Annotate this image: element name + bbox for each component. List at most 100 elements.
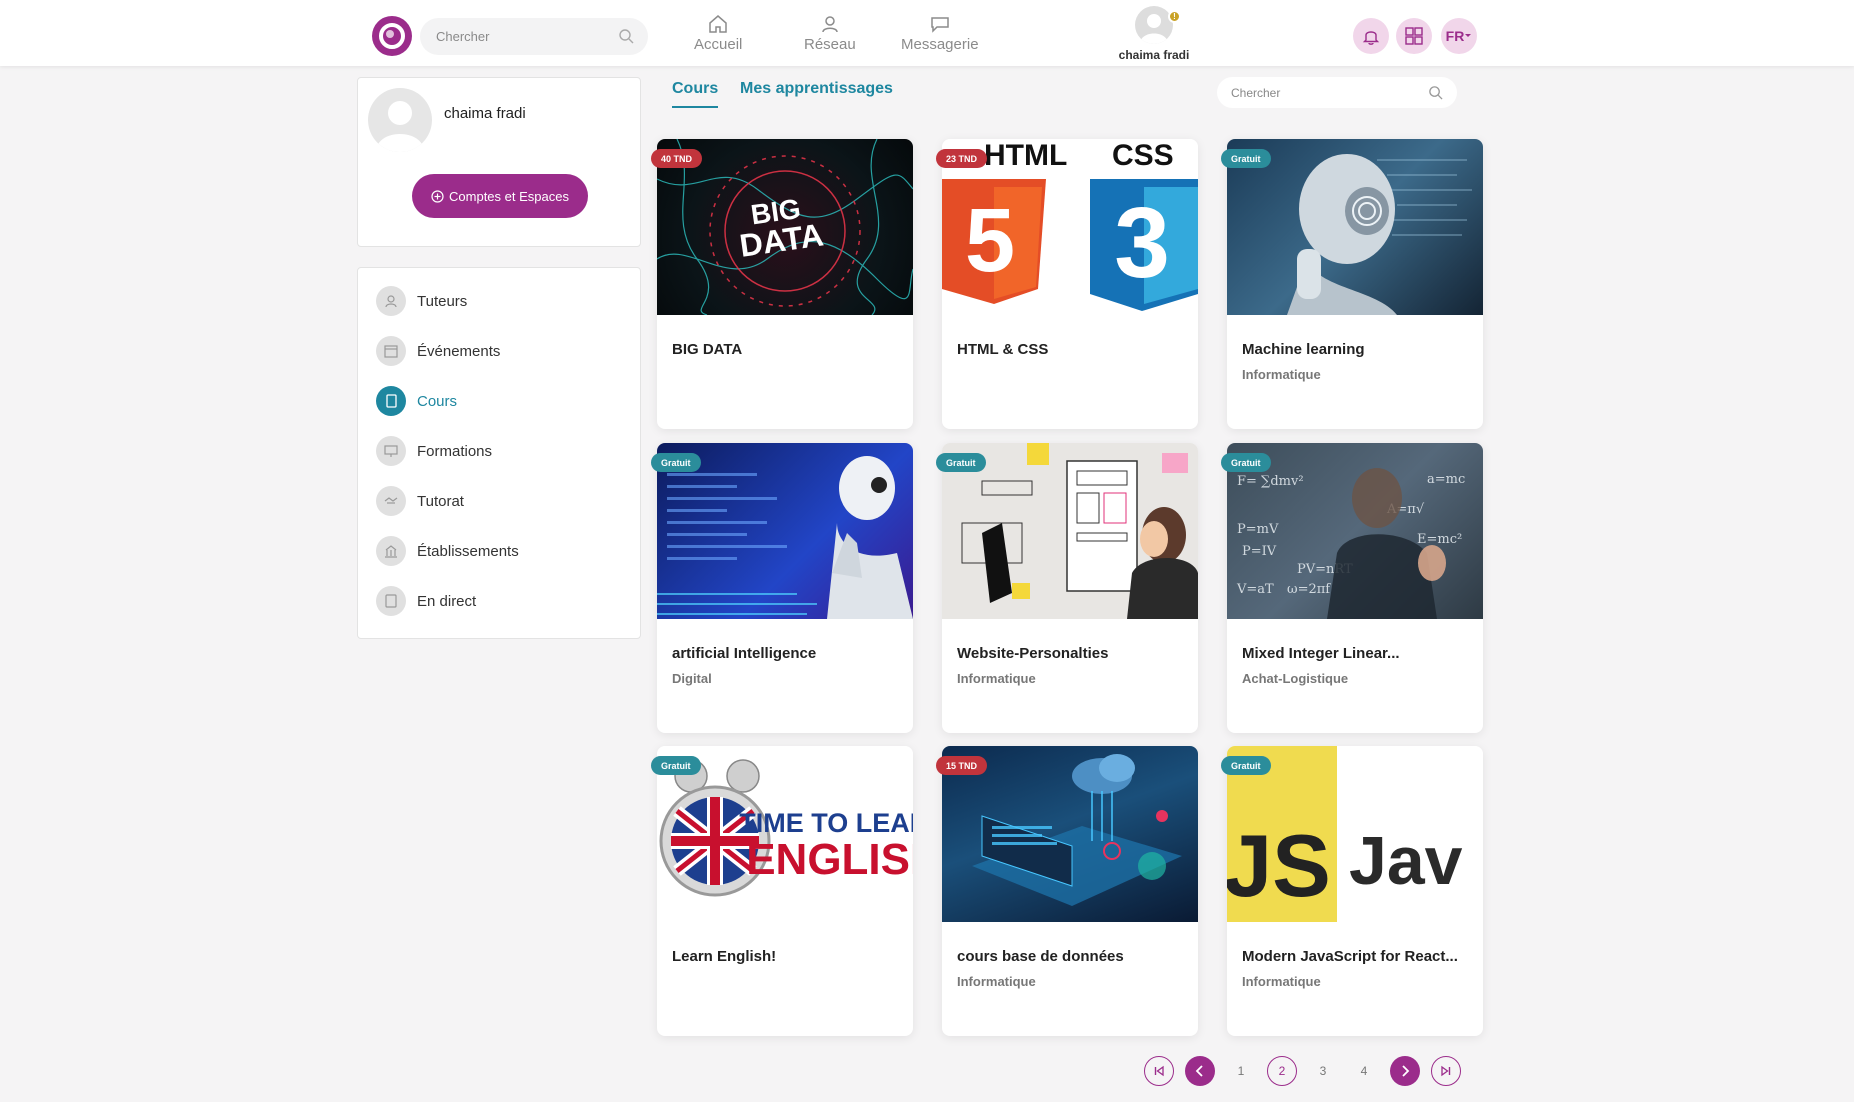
course-title: Machine learning bbox=[1242, 341, 1365, 358]
svg-text:P=mV: P=mV bbox=[1237, 522, 1279, 537]
tab-mes-apprentissages[interactable]: Mes apprentissages bbox=[740, 80, 893, 98]
page-4[interactable]: 4 bbox=[1349, 1056, 1379, 1086]
chevron-right-icon bbox=[1402, 1065, 1410, 1077]
price-badge: 15 TND bbox=[936, 756, 988, 775]
course-category: Informatique bbox=[957, 974, 1036, 989]
sidebar-item-formations[interactable]: Formations bbox=[376, 435, 492, 467]
notifications-button[interactable] bbox=[1353, 18, 1389, 54]
global-search-input[interactable] bbox=[436, 29, 606, 44]
profile-avatar[interactable] bbox=[368, 88, 432, 152]
course-card[interactable]: Gratuit Website-Personalties Informatiqu… bbox=[936, 443, 1198, 733]
avatar[interactable] bbox=[1135, 6, 1173, 44]
tutor-icon bbox=[376, 286, 406, 316]
price-badge: Gratuit bbox=[651, 756, 701, 775]
sidebar-item-cours[interactable]: Cours bbox=[376, 385, 457, 417]
sidebar-item-tutorat[interactable]: Tutorat bbox=[376, 485, 464, 517]
price-badge: Gratuit bbox=[651, 453, 701, 472]
course-card[interactable]: Gratuit artificial Intelligence Digital bbox=[651, 443, 913, 733]
global-search[interactable] bbox=[420, 18, 648, 55]
presentation-icon bbox=[376, 436, 406, 466]
course-title: Learn English! bbox=[672, 948, 777, 965]
course-card[interactable]: 15 TND cours base de données Informatiqu… bbox=[936, 746, 1198, 1036]
sidebar-item-label: Cours bbox=[417, 392, 458, 410]
svg-text:TIME TO LEARN: TIME TO LEARN bbox=[739, 808, 913, 838]
top-bar: Accueil Réseau Messagerie chaima fradi !… bbox=[0, 0, 1854, 66]
calendar-icon bbox=[376, 336, 406, 366]
svg-text:E=mc²: E=mc² bbox=[1417, 532, 1462, 547]
page-3[interactable]: 3 bbox=[1308, 1056, 1338, 1086]
app-logo[interactable] bbox=[372, 16, 412, 56]
course-card[interactable]: 40 TND BIG DATA BIG DATA bbox=[651, 139, 913, 429]
nav-reseau[interactable]: Réseau bbox=[804, 14, 856, 53]
page-2[interactable]: 2 bbox=[1267, 1056, 1297, 1086]
svg-text:3: 3 bbox=[1114, 187, 1170, 299]
course-title: cours base de données bbox=[957, 948, 1124, 965]
svg-text:DATA: DATA bbox=[737, 216, 825, 263]
price-badge: 23 TND bbox=[936, 149, 988, 168]
plus-circle-icon bbox=[431, 189, 444, 203]
first-page-button[interactable] bbox=[1144, 1056, 1174, 1086]
comptes-espaces-button[interactable]: Comptes et Espaces bbox=[412, 174, 588, 218]
course-card[interactable]: Gratuit Machine learning Informatique bbox=[1221, 139, 1483, 429]
apps-button[interactable] bbox=[1396, 18, 1432, 54]
course-card[interactable]: Gratuit TIME TO LEARN ENGLISH Learn Engl… bbox=[651, 746, 913, 1036]
language-selector[interactable]: FR bbox=[1441, 18, 1477, 54]
book-icon bbox=[376, 386, 406, 416]
svg-text:HTML: HTML bbox=[984, 139, 1067, 172]
course-category: Informatique bbox=[1242, 367, 1321, 382]
course-card[interactable]: 23 TND HTML CSS 5 3 HTML & CSS bbox=[936, 139, 1198, 429]
caret-down-icon bbox=[1465, 34, 1472, 37]
user-menu[interactable]: chaima fradi bbox=[1112, 6, 1196, 62]
handshake-icon bbox=[376, 486, 406, 516]
sidebar-item-label: Établissements bbox=[417, 542, 519, 560]
price-badge: Gratuit bbox=[1221, 149, 1271, 168]
course-search[interactable] bbox=[1217, 77, 1457, 108]
svg-text:JS: JS bbox=[1227, 816, 1331, 915]
course-category: Informatique bbox=[1242, 974, 1321, 989]
prev-page-button[interactable] bbox=[1185, 1056, 1215, 1086]
first-page-icon bbox=[1154, 1065, 1164, 1077]
course-card[interactable]: Gratuit JS Jav Modern JavaScript for Rea… bbox=[1221, 746, 1483, 1036]
next-page-button[interactable] bbox=[1390, 1056, 1420, 1086]
live-icon bbox=[376, 586, 406, 616]
sidebar-item-label: En direct bbox=[417, 592, 477, 610]
chat-icon bbox=[931, 17, 949, 33]
svg-text:a=mc: a=mc bbox=[1427, 472, 1465, 487]
svg-text:Jav: Jav bbox=[1349, 823, 1463, 899]
sidebar-menu: Tuteurs Événements Cours Formations Tuto… bbox=[357, 267, 641, 639]
sidebar-item-tuteurs[interactable]: Tuteurs bbox=[376, 285, 467, 317]
course-title: artificial Intelligence bbox=[672, 645, 817, 662]
course-category: Informatique bbox=[957, 671, 1036, 686]
tab-cours[interactable]: Cours bbox=[672, 80, 719, 108]
sidebar-item-en-direct[interactable]: En direct bbox=[376, 585, 476, 617]
svg-text:P=IV: P=IV bbox=[1242, 544, 1277, 559]
price-badge: Gratuit bbox=[1221, 756, 1271, 775]
last-page-icon bbox=[1441, 1065, 1451, 1077]
course-category: Achat-Logistique bbox=[1242, 671, 1349, 686]
nav-messagerie[interactable]: Messagerie bbox=[901, 14, 979, 53]
sidebar-item-label: Tutorat bbox=[417, 492, 464, 510]
course-title: Modern JavaScript for React... bbox=[1242, 948, 1458, 965]
svg-text:F= ∑dmv²: F= ∑dmv² bbox=[1237, 474, 1304, 489]
sidebar-item-label: Tuteurs bbox=[417, 292, 468, 310]
sidebar-item-evenements[interactable]: Événements bbox=[376, 335, 500, 367]
profile-card: chaima fradi Comptes et Espaces bbox=[357, 77, 641, 247]
comptes-espaces-label: Comptes et Espaces bbox=[449, 188, 569, 204]
network-icon bbox=[822, 16, 838, 33]
svg-text:CSS: CSS bbox=[1112, 139, 1174, 172]
nav-messagerie-label: Messagerie bbox=[901, 36, 979, 53]
search-icon[interactable] bbox=[618, 28, 634, 44]
nav-accueil[interactable]: Accueil bbox=[694, 14, 742, 53]
notification-dot: ! bbox=[1168, 10, 1181, 23]
svg-text:ω=2πf: ω=2πf bbox=[1287, 582, 1331, 597]
search-icon[interactable] bbox=[1428, 85, 1443, 100]
nav-accueil-label: Accueil bbox=[694, 36, 743, 53]
course-title: HTML & CSS bbox=[957, 341, 1049, 358]
course-card[interactable]: Gratuit F= ∑dmv² P=mV P=IV V=aT ω=2πf PV… bbox=[1221, 443, 1483, 733]
last-page-button[interactable] bbox=[1431, 1056, 1461, 1086]
course-search-input[interactable] bbox=[1231, 85, 1411, 100]
course-title: BIG DATA bbox=[672, 341, 743, 358]
nav-reseau-label: Réseau bbox=[804, 36, 856, 53]
sidebar-item-etablissements[interactable]: Établissements bbox=[376, 535, 519, 567]
page-1[interactable]: 1 bbox=[1226, 1056, 1256, 1086]
